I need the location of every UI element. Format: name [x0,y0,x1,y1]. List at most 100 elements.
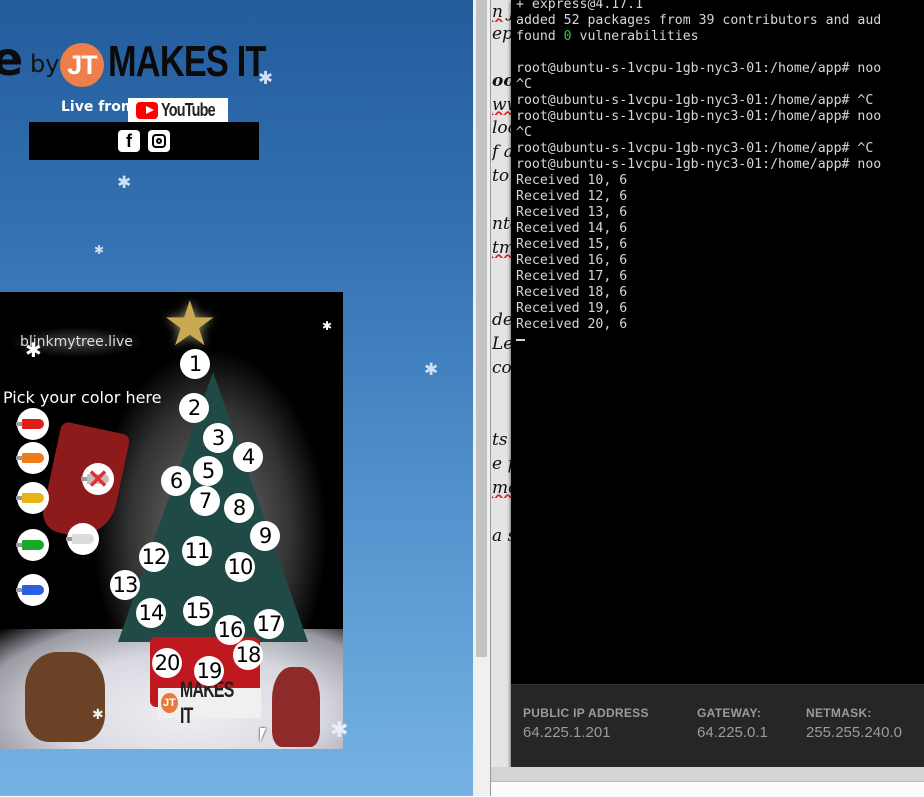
gateway-value: 64.225.0.1 [697,724,768,741]
social-bar: f [29,122,259,160]
document-text-fragment: Lea [492,334,513,354]
terminal-line: ^C [516,125,532,140]
light-button-6[interactable]: 6 [161,466,191,496]
bulb-orange-icon [16,453,44,463]
page-scrollbar[interactable] [473,0,490,796]
light-button-4[interactable]: 4 [233,442,263,472]
terminal-line: Received 10, 6 [516,173,628,188]
youtube-play-icon [136,101,158,119]
elf-toy [272,667,320,747]
tree-live-stream[interactable]: ★ JT MAKES IT blinkmytree.live ✱ ✱ ✱ Pic… [0,292,343,749]
light-button-3[interactable]: 3 [203,423,233,453]
color-white-button[interactable] [66,523,99,555]
color-blue-button[interactable] [16,574,49,606]
terminal-line: found 0 vulnerabilities [516,29,699,44]
window-gap-lower [491,781,924,797]
light-button-7[interactable]: 7 [190,486,220,516]
by-label: by [30,50,60,78]
gateway-section: GATEWAY: 64.225.0.1 [697,706,768,741]
color-red-button[interactable] [16,408,49,440]
bulb-green-icon [16,540,44,550]
gateway-label: GATEWAY: [697,706,762,720]
light-button-20[interactable]: 20 [152,648,182,678]
document-text-fragment: f a [492,142,513,162]
terminal-line: ^C [516,77,532,92]
terminal-output[interactable]: + express@4.17.1 added 52 packages from 3… [516,0,881,349]
snowflake-icon: ✱ [330,718,349,743]
terminal-line: added 52 packages from 39 contributors a… [516,13,882,28]
document-text-fragment: epa [492,24,513,44]
netmask-value: 255.255.240.0 [806,724,902,741]
light-button-12[interactable]: 12 [139,542,169,572]
netmask-section: NETMASK: 255.255.240.0 [806,706,902,741]
terminal-line: Received 17, 6 [516,269,628,284]
color-orange-button[interactable] [16,442,49,474]
color-yellow-button[interactable] [16,482,49,514]
light-button-5[interactable]: 5 [193,456,223,486]
terminal-prompt-line[interactable] [516,333,881,349]
color-off-button[interactable]: ✕ [81,463,114,495]
terminal-line: root@ubuntu-s-1vcpu-1gb-nyc3-01:/home/ap… [516,157,882,172]
light-button-2[interactable]: 2 [179,393,209,423]
terminal-line: Received 16, 6 [516,253,628,268]
light-button-13[interactable]: 13 [110,570,140,600]
terminal-line: root@ubuntu-s-1vcpu-1gb-nyc3-01:/home/ap… [516,93,874,108]
youtube-link[interactable]: YouTube [128,98,228,122]
mouse-cursor-icon [260,728,266,742]
light-button-17[interactable]: 17 [254,609,284,639]
document-text-fragment: a se [492,526,513,546]
public-ip-value: 64.225.1.201 [523,724,611,741]
snowflake-icon: ✱ [424,360,439,380]
terminal-line: Received 13, 6 [516,205,628,220]
color-green-button[interactable] [16,529,49,561]
light-button-9[interactable]: 9 [250,521,280,551]
browser-page: e by JT MAKES IT Live from YouTube f ✱ ✱… [0,0,473,796]
document-text-fragment: e pi [492,454,513,474]
terminal-line: Received 20, 6 [516,317,628,332]
document-text-fragment: nte [492,214,513,234]
terminal-line: Received 14, 6 [516,221,628,236]
document-text-fragment: to c [492,166,513,186]
facebook-icon[interactable]: f [118,130,140,152]
light-button-14[interactable]: 14 [136,598,166,628]
terminal-line: Received 18, 6 [516,285,628,300]
light-button-19[interactable]: 19 [194,656,224,686]
snowflake-icon: ✱ [322,319,333,333]
pick-color-label: Pick your color here [3,388,162,407]
vulnerability-count: 0 [563,29,572,44]
instagram-glyph [152,134,166,148]
light-button-11[interactable]: 11 [182,536,212,566]
document-text-fragment: de [492,310,513,330]
light-button-10[interactable]: 10 [225,552,255,582]
scrollbar-thumb[interactable] [476,0,487,657]
terminal-line: root@ubuntu-s-1vcpu-1gb-nyc3-01:/home/ap… [516,109,882,124]
snowflake-icon: ✱ [117,173,132,193]
bulb-blue-icon [16,585,44,595]
jt-logo[interactable]: JT [60,43,104,87]
terminal-line: root@ubuntu-s-1vcpu-1gb-nyc3-01:/home/ap… [516,61,882,76]
bulb-yellow-icon [16,493,44,503]
terminal-line: + express@4.17.1 [516,0,644,12]
light-button-8[interactable]: 8 [224,493,254,523]
snowflake-icon: ✱ [94,243,105,257]
document-text-fragment: tm [492,238,513,258]
instagram-icon[interactable] [148,130,170,152]
document-text-fragment: ts c [492,430,513,450]
terminal-line: Received 15, 6 [516,237,628,252]
light-button-1[interactable]: 1 [180,349,210,379]
off-x-icon: ✕ [87,464,109,494]
terminal-cursor [516,339,525,341]
youtube-label: YouTube [160,99,216,120]
moose-toy [25,652,105,742]
light-button-18[interactable]: 18 [233,640,263,670]
jt-sign: JT MAKES IT [158,677,261,728]
snowflake-icon: ✱ [92,707,104,723]
brand-name[interactable]: MAKES IT [108,40,267,84]
terminal-line: root@ubuntu-s-1vcpu-1gb-nyc3-01:/home/ap… [516,141,874,156]
document-text-fragment: loc [492,118,513,138]
light-button-15[interactable]: 15 [183,596,213,626]
terminal-line: Received 19, 6 [516,301,628,316]
terminal-window[interactable]: + express@4.17.1 added 52 packages from 3… [511,0,924,768]
document-text-fragment: n JS [492,2,513,22]
